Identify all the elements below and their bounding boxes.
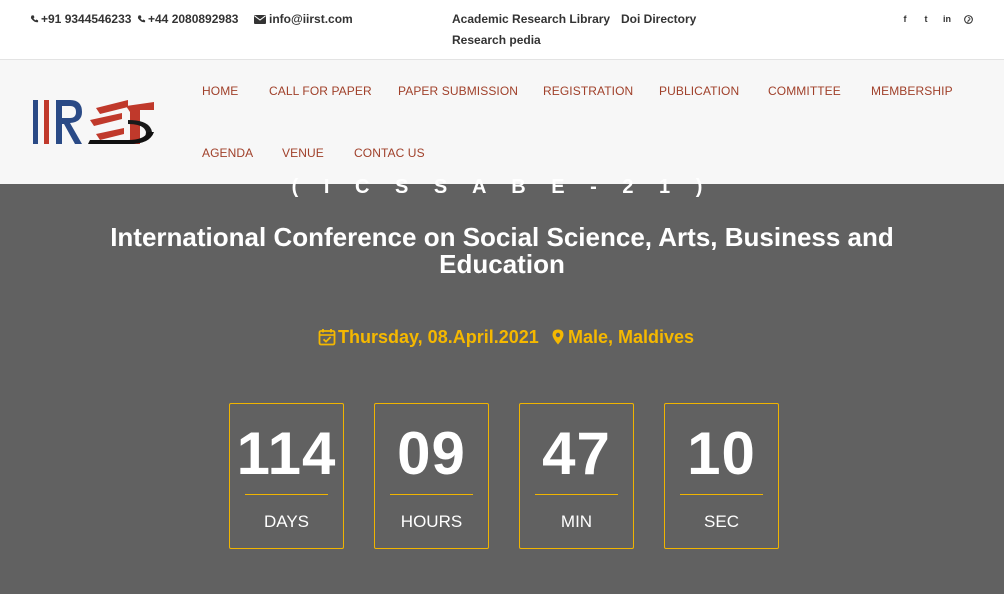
nav-paper-submission[interactable]: PAPER SUBMISSION xyxy=(398,84,518,98)
countdown-value: 114 xyxy=(236,420,337,487)
link-doi-directory[interactable]: Doi Directory xyxy=(621,12,696,26)
linkedin-icon[interactable]: in xyxy=(941,13,953,25)
nav-venue[interactable]: VENUE xyxy=(282,146,324,160)
event-location: Male, Maldives xyxy=(552,326,694,348)
nav-home[interactable]: HOME xyxy=(202,84,238,98)
facebook-icon[interactable]: f xyxy=(899,13,911,25)
email-text: info@iirst.com xyxy=(269,12,353,26)
link-academic-research-library[interactable]: Academic Research Library xyxy=(452,12,610,26)
countdown-value: 47 xyxy=(542,420,611,487)
map-marker-icon xyxy=(552,329,564,345)
countdown-minutes: 47 MIN xyxy=(519,403,634,549)
conference-title: International Conference on Social Scien… xyxy=(110,222,894,279)
nav-publication[interactable]: PUBLICATION xyxy=(659,84,739,98)
countdown-days: 114 DAYS xyxy=(229,403,344,549)
phone-icon xyxy=(137,15,146,23)
countdown-divider xyxy=(245,494,328,495)
nav-registration[interactable]: REGISTRATION xyxy=(543,84,633,98)
pinterest-icon[interactable] xyxy=(962,13,974,25)
countdown-value: 10 xyxy=(687,420,756,487)
event-location-text: Male, Maldives xyxy=(568,326,695,347)
phone-1[interactable]: +91 9344546233 xyxy=(30,12,131,26)
nav-contact-us[interactable]: CONTAC US xyxy=(354,146,425,160)
top-bar: +91 9344546233 +44 2080892983 info@iirst… xyxy=(0,0,1004,60)
link-research-pedia[interactable]: Research pedia xyxy=(452,33,541,47)
countdown-label: MIN xyxy=(560,512,593,531)
countdown-label: HOURS xyxy=(400,512,463,531)
event-date: Thursday, 08.April.2021 xyxy=(318,326,539,348)
calendar-check-icon xyxy=(318,329,336,346)
nav-call-for-paper[interactable]: CALL FOR PAPER xyxy=(269,84,372,98)
countdown-divider xyxy=(390,494,473,495)
countdown-seconds: 10 SEC xyxy=(664,403,779,549)
countdown-divider xyxy=(680,494,763,495)
nav-membership[interactable]: MEMBERSHIP xyxy=(871,84,953,98)
event-date-text: Thursday, 08.April.2021 xyxy=(338,326,539,347)
twitter-icon[interactable]: t xyxy=(920,13,932,25)
nav-agenda[interactable]: AGENDA xyxy=(202,146,253,160)
countdown-value: 09 xyxy=(397,420,466,487)
phone-2-text: +44 2080892983 xyxy=(148,12,239,26)
countdown-hours: 09 HOURS xyxy=(374,403,489,549)
email-link[interactable]: info@iirst.com xyxy=(254,12,353,26)
phone-icon xyxy=(30,15,39,23)
phone-2[interactable]: +44 2080892983 xyxy=(137,12,238,26)
conference-acronym: ( I C S S A B E - 2 1 ) xyxy=(291,176,713,198)
phone-1-text: +91 9344546233 xyxy=(41,12,132,26)
countdown-label: DAYS xyxy=(263,512,310,531)
envelope-icon xyxy=(254,14,266,24)
iirst-logo[interactable] xyxy=(30,98,158,148)
countdown-label: SEC xyxy=(704,512,739,531)
nav-committee[interactable]: COMMITTEE xyxy=(768,84,841,98)
countdown-divider xyxy=(535,494,618,495)
main-navigation: HOME CALL FOR PAPER PAPER SUBMISSION REG… xyxy=(0,60,1004,184)
